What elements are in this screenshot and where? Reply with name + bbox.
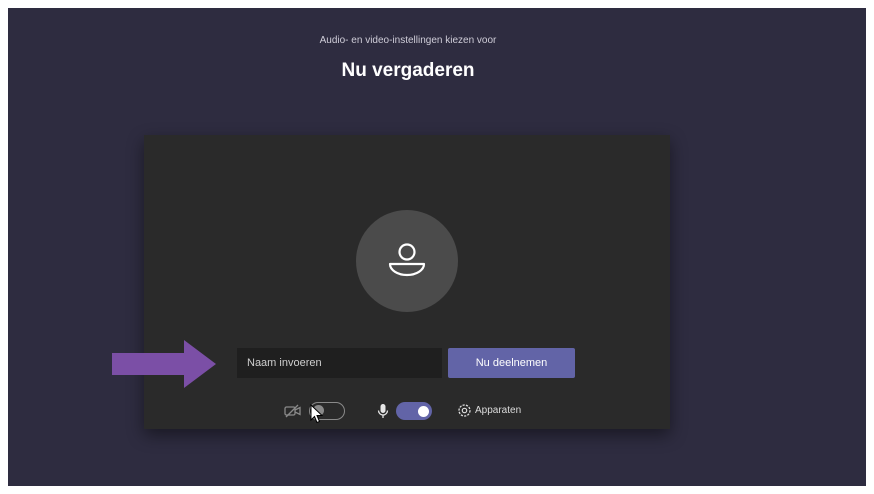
mouse-cursor-icon — [310, 404, 324, 424]
person-icon — [388, 243, 426, 277]
microphone-icon — [376, 403, 390, 424]
microphone-toggle[interactable] — [396, 402, 432, 420]
microphone-toggle-knob — [418, 405, 429, 417]
gear-icon[interactable] — [457, 403, 472, 423]
device-controls: Apparaten — [144, 400, 670, 424]
meeting-setup-screen: Audio- en video-instellingen kiezen voor… — [8, 8, 866, 486]
avatar — [356, 210, 458, 312]
name-input[interactable] — [237, 348, 442, 378]
devices-button[interactable]: Apparaten — [475, 405, 521, 416]
join-now-button[interactable]: Nu deelnemen — [448, 348, 575, 378]
camera-off-icon — [284, 403, 302, 424]
video-preview-panel: Nu deelnemen — [144, 135, 670, 429]
annotation-arrow-icon — [112, 340, 216, 388]
setup-subtitle: Audio- en video-instellingen kiezen voor — [319, 35, 497, 46]
meeting-title: Nu vergaderen — [341, 60, 475, 81]
